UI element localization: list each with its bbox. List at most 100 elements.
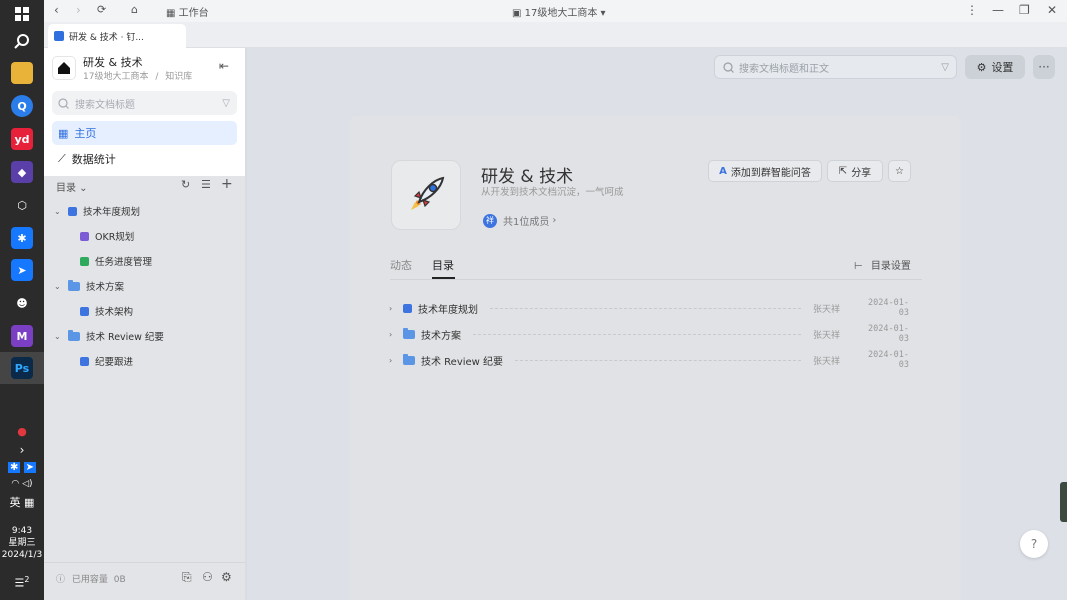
home-icon[interactable]: ⌂ — [131, 3, 138, 16]
more-menu-icon[interactable]: ⋮ — [966, 3, 978, 17]
tray-expand-icon[interactable]: › — [0, 444, 44, 456]
filter-icon[interactable]: ▽ — [941, 62, 949, 73]
toc-label: 目录 — [56, 183, 76, 194]
breadcrumb: 17级地大工商本 / 知识库 — [83, 69, 192, 82]
doc-icon — [403, 303, 412, 313]
info-icon: ⓘ — [56, 575, 66, 585]
forward-icon[interactable]: › — [76, 3, 81, 17]
clock-date: 2024/1/3 — [1, 550, 43, 560]
visual-studio-icon[interactable]: M — [11, 325, 33, 347]
storage-label: 已用容量 — [71, 575, 108, 585]
clock-weekday: 星期三 — [8, 538, 36, 548]
workbench-button[interactable]: ▦ 工作台 — [166, 4, 209, 19]
notification-icon[interactable]: ☰2 — [0, 574, 44, 589]
collapse-sidebar-icon[interactable]: ⇤ — [219, 59, 229, 73]
members-icon[interactable]: ⚇ — [202, 570, 213, 584]
org-switcher[interactable]: ▣ 17级地大工商本 ▾ — [512, 4, 606, 19]
maximize-icon[interactable]: ❐ — [1019, 3, 1030, 17]
chevron-right-icon[interactable]: › — [389, 330, 399, 339]
row-title: 技术年度规划 — [418, 304, 478, 316]
app-cube-icon[interactable]: ⬡ — [11, 194, 33, 216]
add-to-ai-qa-button[interactable]: A 添加到群智能问答 — [708, 160, 822, 182]
app-ghost-icon[interactable]: ☻ — [11, 292, 33, 314]
app-purple-icon[interactable]: ◆ — [11, 161, 33, 183]
network-volume-icons[interactable]: ◠ ◁) — [0, 479, 44, 490]
members-link[interactable]: 祥 共1位成员 › — [483, 213, 556, 228]
table-row[interactable]: › 技术方案 张天祥 2024-01-03 — [389, 323, 909, 345]
filter-icon[interactable]: ▽ — [222, 98, 230, 109]
folder-icon — [403, 327, 415, 339]
chevron-down-icon[interactable]: ⌄ — [54, 207, 64, 216]
toc-dropdown[interactable]: 目录 ⌄ — [56, 179, 88, 194]
settings-button[interactable]: ⚙ 设置 — [965, 55, 1025, 79]
dingtalk-icon[interactable]: ✱ — [11, 227, 33, 249]
tree-item-label: 纪要跟进 — [95, 357, 134, 368]
gear-icon[interactable]: ⚙ — [221, 570, 232, 584]
row-author: 张天祥 — [813, 304, 841, 315]
folder-icon — [403, 353, 415, 365]
nav-stats[interactable]: ⟋ 数据统计 — [52, 147, 237, 171]
breadcrumb-org[interactable]: 17级地大工商本 — [83, 72, 148, 82]
tree-item[interactable]: 任务进度管理 — [80, 251, 152, 271]
kb-search-input[interactable]: 搜索文档标题和正文 ▽ — [714, 55, 957, 79]
app-blue-icon[interactable]: ➤ — [11, 259, 33, 281]
back-icon[interactable]: ‹ — [54, 3, 59, 17]
nav-home[interactable]: ▦ 主页 — [52, 121, 237, 145]
tree-item[interactable]: 纪要跟进 — [80, 351, 133, 371]
nav-stats-label: 数据统计 — [71, 153, 116, 166]
tab-label: 研发 & 技术 · 钉... — [69, 32, 144, 43]
sort-icon[interactable]: ☰ — [201, 178, 211, 191]
sidebar: 研发 & 技术 17级地大工商本 / 知识库 ⇤ 搜索文档标题 ▽ ▦ 主页 ⟋… — [44, 48, 245, 600]
close-icon[interactable]: ✕ — [1047, 3, 1057, 17]
more-options-button[interactable]: ··· — [1033, 55, 1055, 79]
youdao-icon[interactable]: yd — [11, 128, 33, 150]
browser-icon[interactable]: Q — [11, 95, 33, 117]
clock-time[interactable]: 9:43 — [0, 526, 44, 537]
search-icon[interactable] — [11, 30, 33, 52]
chevron-right-icon[interactable]: › — [389, 356, 399, 365]
folder-icon — [68, 329, 80, 341]
refresh-icon[interactable]: ⟳ — [97, 3, 106, 16]
tree-item[interactable]: ⌄ 技术年度规划 — [54, 201, 140, 221]
minimize-icon[interactable]: — — [992, 3, 1004, 17]
tree-item[interactable]: ⌄ 技术方案 — [54, 276, 124, 296]
tree-item[interactable]: OKR规划 — [80, 226, 134, 246]
kb-home-icon[interactable] — [52, 56, 76, 80]
tray-icons[interactable]: ✱ ➤ — [0, 462, 44, 473]
search-icon — [58, 97, 69, 109]
ime-indicator[interactable]: 英 ▦ — [0, 497, 44, 508]
add-doc-icon[interactable]: + — [221, 176, 233, 192]
help-button[interactable]: ? — [1020, 530, 1048, 558]
windows-icon[interactable] — [11, 3, 33, 25]
share-button[interactable]: ⇱ 分享 — [827, 160, 883, 182]
chevron-right-icon[interactable]: › — [389, 304, 399, 313]
tab-toc[interactable]: 目录 — [432, 257, 454, 273]
doc-icon — [80, 356, 89, 366]
chevron-down-icon[interactable]: ⌄ — [54, 332, 64, 341]
grid-icon: ▦ — [58, 126, 69, 140]
row-date: 2024-01-03 — [868, 324, 909, 344]
tree-item[interactable]: 技术架构 — [80, 301, 133, 321]
ai-icon: A — [719, 165, 727, 177]
row-author: 张天祥 — [813, 356, 841, 367]
refresh-tree-icon[interactable]: ↻ — [181, 178, 190, 191]
kb-name: 研发 & 技术 — [83, 56, 143, 69]
share-icon: ⇱ — [838, 165, 848, 177]
tray-app-icon[interactable]: ● — [11, 420, 33, 442]
sidebar-search-input[interactable]: 搜索文档标题 ▽ — [52, 91, 237, 115]
dotted-leader — [490, 307, 801, 309]
favorite-button[interactable]: ☆ — [888, 160, 911, 182]
breadcrumb-type[interactable]: 知识库 — [165, 72, 192, 82]
side-handle[interactable] — [1060, 482, 1067, 522]
tree-item[interactable]: ⌄ 技术 Review 纪要 — [54, 326, 164, 346]
photoshop-icon[interactable]: Ps — [11, 357, 33, 379]
file-explorer-icon[interactable] — [11, 62, 33, 84]
table-row[interactable]: › 技术年度规划 张天祥 2024-01-03 — [389, 297, 909, 319]
chevron-down-icon[interactable]: ⌄ — [54, 282, 64, 291]
tab-current-doc[interactable]: 研发 & 技术 · 钉... — [48, 24, 186, 48]
row-date: 2024-01-03 — [868, 350, 909, 370]
toc-settings-button[interactable]: ⊢ 目录设置 — [854, 257, 911, 272]
table-row[interactable]: › 技术 Review 纪要 张天祥 2024-01-03 — [389, 349, 909, 371]
tab-activity[interactable]: 动态 — [390, 257, 412, 273]
recycle-bin-icon[interactable]: ⎘ — [182, 570, 192, 585]
